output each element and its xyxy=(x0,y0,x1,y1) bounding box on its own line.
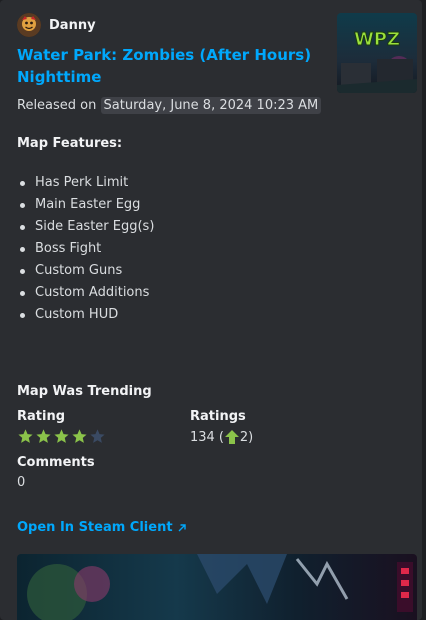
star-filled-icon xyxy=(36,429,51,443)
release-line: Released on Saturday, June 8, 2024 10:23… xyxy=(17,96,322,116)
list-item: Custom Guns xyxy=(17,260,154,282)
star-filled-icon xyxy=(18,429,33,443)
rating-label: Rating xyxy=(17,409,66,424)
star-filled-icon xyxy=(54,429,69,443)
open-steam-client-link[interactable]: Open In Steam Client xyxy=(17,520,188,535)
feature-label: Boss Fight xyxy=(35,241,102,256)
trending-heading: Map Was Trending xyxy=(17,384,152,399)
feature-label: Custom HUD xyxy=(35,307,119,322)
external-link-icon xyxy=(178,523,186,531)
ratings-value: 134 ( 2) xyxy=(190,429,253,445)
features-heading: Map Features: xyxy=(17,136,123,151)
comments-label: Comments xyxy=(17,455,95,470)
author-name[interactable]: Danny xyxy=(49,18,96,33)
avatar[interactable] xyxy=(17,13,41,37)
map-thumbnail[interactable]: WPZ xyxy=(337,13,417,93)
embed-card: Danny Water Park: Zombies (After Hours) … xyxy=(0,0,422,620)
arrow-up-icon xyxy=(224,430,239,444)
star-empty-icon xyxy=(90,429,105,443)
embed-title-link[interactable]: Water Park: Zombies (After Hours) Nightt… xyxy=(17,44,317,88)
list-item: Has Perk Limit xyxy=(17,172,154,194)
release-prefix: Released on xyxy=(17,98,97,113)
list-item: Custom Additions xyxy=(17,282,154,304)
feature-label: Side Easter Egg(s) xyxy=(35,219,155,234)
banner-artwork xyxy=(17,554,417,620)
ratings-up-count: 2) xyxy=(239,429,254,445)
feature-label: Main Easter Egg xyxy=(35,197,141,212)
thumbnail-logo: WPZ xyxy=(354,29,400,50)
list-item: Boss Fight xyxy=(17,238,154,260)
feature-label: Custom Guns xyxy=(35,263,123,278)
feature-label: Has Perk Limit xyxy=(35,175,129,190)
star-filled-icon xyxy=(72,429,87,443)
list-item: Custom HUD xyxy=(17,304,154,326)
release-timestamp: Saturday, June 8, 2024 10:23 AM xyxy=(100,97,322,114)
comments-value: 0 xyxy=(17,475,26,490)
ratings-label: Ratings xyxy=(190,409,246,424)
ratings-count: 134 xyxy=(190,429,215,445)
open-steam-client-label: Open In Steam Client xyxy=(17,520,173,535)
author: Danny xyxy=(17,13,96,37)
feature-label: Custom Additions xyxy=(35,285,150,300)
map-thumbnail-image: WPZ xyxy=(337,13,417,93)
rating-stars xyxy=(17,428,107,445)
features-list: Has Perk Limit Main Easter Egg Side East… xyxy=(17,172,154,326)
list-item: Main Easter Egg xyxy=(17,194,154,216)
avatar-icon xyxy=(17,13,41,37)
map-banner-image[interactable] xyxy=(17,554,417,620)
list-item: Side Easter Egg(s) xyxy=(17,216,154,238)
